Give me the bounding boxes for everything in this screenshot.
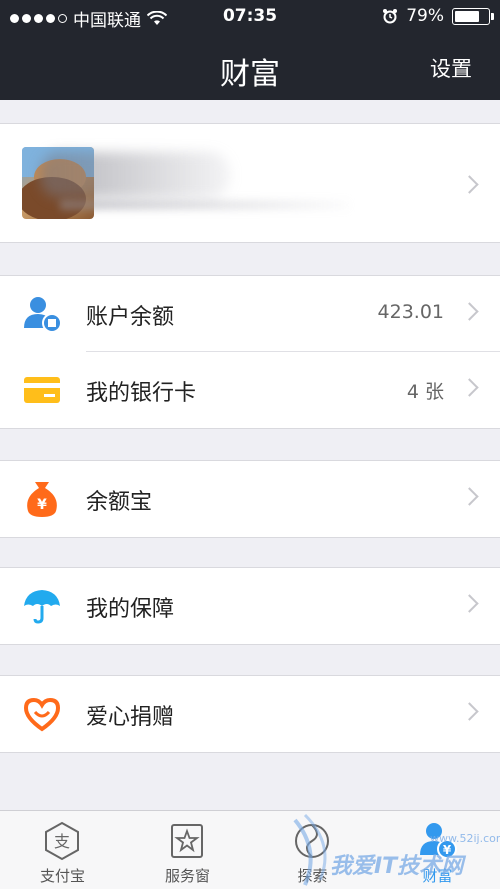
account-group: 账户余额 423.01 我的银行卡 4 张	[0, 275, 500, 429]
tab-label: 服务窗	[164, 867, 210, 885]
yuebao-label: 余额宝	[86, 490, 153, 515]
tab-wealth[interactable]: ¥ 财富	[375, 811, 500, 889]
navigation-bar: 财富 设置	[0, 34, 500, 100]
svg-text:支: 支	[54, 832, 70, 851]
chevron-right-icon	[460, 487, 479, 506]
insurance-row[interactable]: 我的保障	[0, 568, 500, 644]
battery-icon	[452, 7, 494, 25]
yuebao-row[interactable]: ¥ 余额宝	[0, 461, 500, 537]
bank-card-row[interactable]: 我的银行卡 4 张	[0, 352, 500, 428]
bank-card-label: 我的银行卡	[86, 381, 197, 406]
svg-text:¥: ¥	[37, 497, 47, 513]
alipay-icon: 支	[45, 821, 79, 861]
bank-card-icon	[24, 377, 60, 403]
battery-percent: 79%	[406, 6, 444, 26]
blurred-name	[40, 152, 230, 198]
chevron-right-icon	[460, 702, 479, 721]
tab-explore[interactable]: 探索	[250, 811, 375, 889]
account-balance-value: 423.01	[377, 301, 444, 323]
alarm-icon	[383, 9, 398, 24]
wealth-icon: ¥	[420, 823, 457, 859]
settings-button[interactable]: 设置	[430, 53, 472, 83]
account-balance-label: 账户余额	[86, 305, 175, 330]
tab-bar: 支 支付宝 服务窗 探索 ¥ 财富	[0, 810, 500, 889]
status-bar: 中国联通 07:35 79%	[0, 0, 500, 34]
service-window-icon	[171, 824, 203, 858]
svg-text:¥: ¥	[443, 843, 452, 857]
tab-label: 支付宝	[39, 867, 85, 885]
chevron-right-icon	[460, 378, 479, 397]
blurred-account	[60, 200, 350, 210]
charity-group: 爱心捐赠	[0, 675, 500, 753]
chevron-right-icon	[460, 302, 479, 321]
tab-label: 财富	[422, 867, 453, 885]
yuebao-group: ¥ 余额宝	[0, 460, 500, 538]
status-right: 79%	[382, 6, 494, 26]
tab-service-window[interactable]: 服务窗	[125, 811, 250, 889]
page-title: 财富	[220, 57, 280, 92]
account-balance-icon	[24, 297, 62, 333]
chevron-right-icon	[460, 175, 479, 194]
umbrella-icon	[24, 590, 60, 624]
account-balance-row[interactable]: 账户余额 423.01	[0, 276, 500, 352]
tab-alipay[interactable]: 支 支付宝	[0, 811, 125, 889]
bank-card-count: 4 张	[406, 381, 444, 403]
chevron-right-icon	[460, 594, 479, 613]
money-bag-icon: ¥	[27, 482, 57, 517]
explore-icon	[295, 824, 329, 858]
insurance-label: 我的保障	[86, 597, 175, 622]
charity-row[interactable]: 爱心捐赠	[0, 676, 500, 752]
insurance-group: 我的保障	[0, 567, 500, 645]
charity-label: 爱心捐赠	[86, 705, 175, 730]
profile-card[interactable]	[0, 123, 500, 243]
tab-label: 探索	[297, 867, 328, 885]
heart-icon	[23, 697, 61, 732]
